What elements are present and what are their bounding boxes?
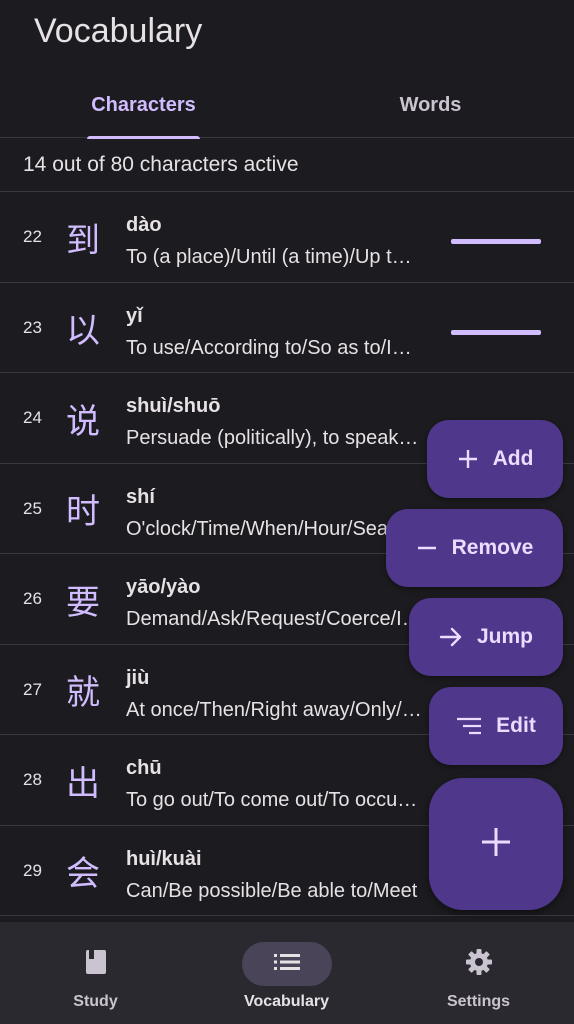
fab-toggle-button[interactable] <box>429 778 563 910</box>
book-icon <box>85 949 107 980</box>
tab-words-label: Words <box>399 93 462 116</box>
tab-characters[interactable]: Characters <box>0 72 287 139</box>
item-meaning: At once/Then/Right away/Only/Just <box>126 698 422 721</box>
item-character: 说 <box>66 401 100 442</box>
edit-button-label: Edit <box>496 714 536 737</box>
item-pinyin: shuì/shuō <box>126 395 221 417</box>
active-indicator <box>451 239 541 244</box>
item-meaning: Can/Be possible/Be able to/Meet <box>126 879 418 902</box>
plus-icon <box>457 448 479 470</box>
tab-words[interactable]: Words <box>287 72 574 138</box>
item-number: 26 <box>23 589 42 608</box>
add-button[interactable]: Add <box>427 420 563 498</box>
item-pinyin: dào <box>126 214 162 236</box>
nav-label-vocabulary: Vocabulary <box>243 993 330 1010</box>
remove-button-label: Remove <box>451 536 534 559</box>
item-pinyin: chū <box>126 757 162 779</box>
sort-lines-icon <box>456 716 482 736</box>
item-character: 就 <box>66 673 100 713</box>
item-pinyin: shí <box>126 485 155 508</box>
item-pinyin: yāo/yào <box>126 576 201 598</box>
jump-button-label: Jump <box>476 625 533 648</box>
add-button-label: Add <box>492 447 534 470</box>
item-number: 23 <box>23 317 42 337</box>
item-number: 29 <box>23 860 42 880</box>
item-pinyin: yǐ <box>126 304 143 327</box>
item-character: 会 <box>66 854 100 894</box>
item-number: 24 <box>23 408 42 427</box>
nav-label-settings: Settings <box>446 993 511 1010</box>
nav-pill-active <box>242 942 332 986</box>
item-character: 以 <box>66 311 100 351</box>
nav-pill <box>434 942 524 986</box>
edit-button[interactable]: Edit <box>429 687 563 765</box>
nav-item-study[interactable]: Study <box>0 922 191 1024</box>
nav-pill <box>51 942 141 986</box>
gear-icon <box>465 948 493 981</box>
active-indicator <box>451 329 541 335</box>
tab-characters-label: Characters <box>91 93 196 116</box>
list-item[interactable]: 23 以 yǐ To use/According to/So as to/In … <box>0 283 574 373</box>
item-meaning: Persuade (politically), to speak/Say <box>126 427 422 449</box>
remove-button[interactable]: Remove <box>386 509 563 587</box>
page-title: Vocabulary <box>34 12 203 50</box>
nav-item-settings[interactable]: Settings <box>383 922 574 1024</box>
item-number: 28 <box>23 770 42 789</box>
bottom-navigation: Study Vocabulary Settings <box>0 922 574 1024</box>
item-character: 出 <box>66 763 100 804</box>
item-character: 到 <box>66 220 100 261</box>
item-number: 22 <box>23 227 42 246</box>
item-pinyin: huì/kuài <box>126 847 202 870</box>
minus-icon <box>416 537 438 559</box>
plus-icon <box>480 826 512 863</box>
item-number: 27 <box>23 679 42 699</box>
item-number: 25 <box>23 498 42 518</box>
jump-button[interactable]: Jump <box>409 598 563 676</box>
tab-bar: Characters Words <box>0 72 574 139</box>
item-meaning: To (a place)/Until (a time)/Up to/Arrive <box>126 246 422 268</box>
active-count-text: 14 out of 80 characters active <box>0 138 574 192</box>
arrow-right-icon <box>439 626 463 648</box>
item-meaning: To use/According to/So as to/In order to <box>126 336 422 359</box>
item-pinyin: jiù <box>126 666 150 689</box>
item-character: 时 <box>66 492 100 532</box>
item-meaning: To go out/To come out/To occur/To produc… <box>126 789 422 811</box>
item-character: 要 <box>66 582 100 623</box>
list-icon <box>274 953 300 976</box>
nav-item-vocabulary[interactable]: Vocabulary <box>191 922 382 1024</box>
item-meaning: Demand/Ask/Request/Coerce/Important <box>126 608 422 630</box>
nav-label-study: Study <box>73 993 118 1010</box>
list-item[interactable]: 22 到 dào To (a place)/Until (a time)/Up … <box>0 192 574 283</box>
item-meaning: O'clock/Time/When/Hour/Season <box>126 517 421 540</box>
